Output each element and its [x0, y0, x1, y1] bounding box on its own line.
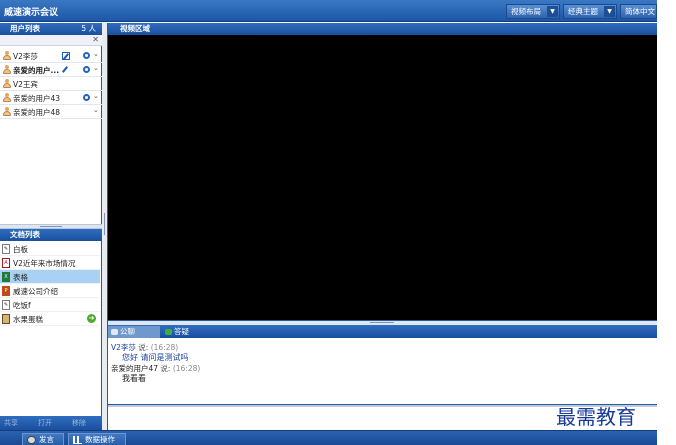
- image-icon: [2, 314, 10, 324]
- whiteboard-icon: ✎: [2, 244, 10, 254]
- video-area-header: 视频区域: [108, 23, 657, 35]
- bottom-bar: 发言 数据操作: [0, 430, 657, 445]
- right-margin: [657, 0, 676, 445]
- sender-name: V2李莎: [111, 343, 136, 352]
- tab-public-chat[interactable]: 公聊: [108, 326, 160, 338]
- presentation-icon: P: [2, 286, 10, 296]
- doc-list-header: 文档列表: [0, 229, 102, 241]
- chart-icon: [73, 436, 82, 444]
- video-area[interactable]: [108, 35, 657, 320]
- doc-item-selected[interactable]: X 表格: [0, 270, 100, 284]
- user-icon: [3, 65, 11, 75]
- left-panel: 用户列表 5 人 ✕ V2李莎 ⌄ 亲爱的用户... ⌄ V2王宾 亲爱的用户4…: [0, 23, 102, 430]
- chevron-down-icon: ▼: [604, 6, 615, 17]
- theme-button[interactable]: 经典主题 ▼: [563, 4, 617, 19]
- sender-name: 亲爱的用户47: [111, 364, 159, 373]
- doc-item[interactable]: A V2近年来市场情况: [0, 256, 100, 270]
- language-button[interactable]: 简体中文: [620, 4, 657, 19]
- title-bar: 威速演示会议 视频布局 ▼ 经典主题 ▼ 简体中文: [0, 0, 657, 22]
- app-title: 威速演示会议: [4, 8, 59, 18]
- watermark: 最需教育: [556, 405, 636, 429]
- microphone-icon: [27, 436, 36, 444]
- chevron-down-icon[interactable]: ⌄: [93, 50, 99, 58]
- user-item[interactable]: V2李莎 ⌄: [0, 49, 102, 63]
- chevron-down-icon[interactable]: ⌄: [93, 106, 99, 114]
- doc-item-whiteboard[interactable]: ✎ 白板: [0, 242, 100, 256]
- tab-qa[interactable]: 答疑: [162, 326, 214, 338]
- doc-item[interactable]: P 威速公司介绍: [0, 284, 100, 298]
- camera-icon[interactable]: [83, 52, 90, 59]
- user-icon: [3, 107, 11, 117]
- chevron-down-icon[interactable]: ⌄: [93, 92, 99, 100]
- whiteboard-icon: ✎: [2, 300, 10, 310]
- doc-toolbar: 共享 打开 移除: [0, 416, 102, 430]
- edit-icon[interactable]: [62, 52, 70, 60]
- user-filter-row: ✕: [0, 35, 102, 46]
- chevron-down-icon: ▼: [547, 6, 558, 17]
- video-layout-button[interactable]: 视频布局 ▼: [506, 4, 560, 19]
- arrow-right-icon[interactable]: ➜: [87, 314, 96, 323]
- camera-icon[interactable]: [83, 94, 90, 101]
- open-button[interactable]: 打开: [38, 418, 52, 428]
- user-item[interactable]: 亲爱的用户48 ⌄: [0, 105, 102, 119]
- share-button[interactable]: 共享: [4, 418, 18, 428]
- doc-item[interactable]: ✎ 吃饭f: [0, 298, 100, 312]
- close-icon[interactable]: ✕: [92, 35, 99, 45]
- user-count: 5 人: [81, 24, 96, 33]
- camera-icon[interactable]: [83, 66, 90, 73]
- question-icon: [165, 329, 172, 335]
- spreadsheet-icon: X: [2, 272, 10, 282]
- chat-messages: V2李莎 说: (16:28) 您好 请问是测试吗 亲爱的用户47 说: (16…: [108, 338, 657, 404]
- pen-icon[interactable]: [62, 66, 70, 74]
- chat-message: 您好 请问是测试吗: [122, 353, 189, 362]
- user-item[interactable]: 亲爱的用户... ⌄: [0, 63, 102, 77]
- user-list-header: 用户列表 5 人: [0, 23, 102, 35]
- timestamp: (16:28): [170, 364, 201, 373]
- chat-tabs: 公聊 答疑: [108, 325, 657, 338]
- user-icon: [3, 93, 11, 103]
- chevron-down-icon[interactable]: ⌄: [93, 64, 99, 72]
- data-operation-button[interactable]: 数据操作: [68, 433, 126, 445]
- speak-button[interactable]: 发言: [22, 433, 64, 445]
- remove-button[interactable]: 移除: [72, 418, 86, 428]
- timestamp: (16:28): [148, 343, 179, 352]
- pdf-icon: A: [2, 258, 10, 268]
- user-icon: [3, 51, 11, 61]
- user-item[interactable]: V2王宾: [0, 77, 102, 91]
- chat-bubble-icon: [111, 329, 118, 335]
- chat-message: 我看看: [122, 374, 146, 383]
- doc-item[interactable]: 水果蛋糕 ➜: [0, 312, 100, 326]
- user-icon: [3, 79, 11, 89]
- user-item[interactable]: 亲爱的用户43 ⌄: [0, 91, 102, 105]
